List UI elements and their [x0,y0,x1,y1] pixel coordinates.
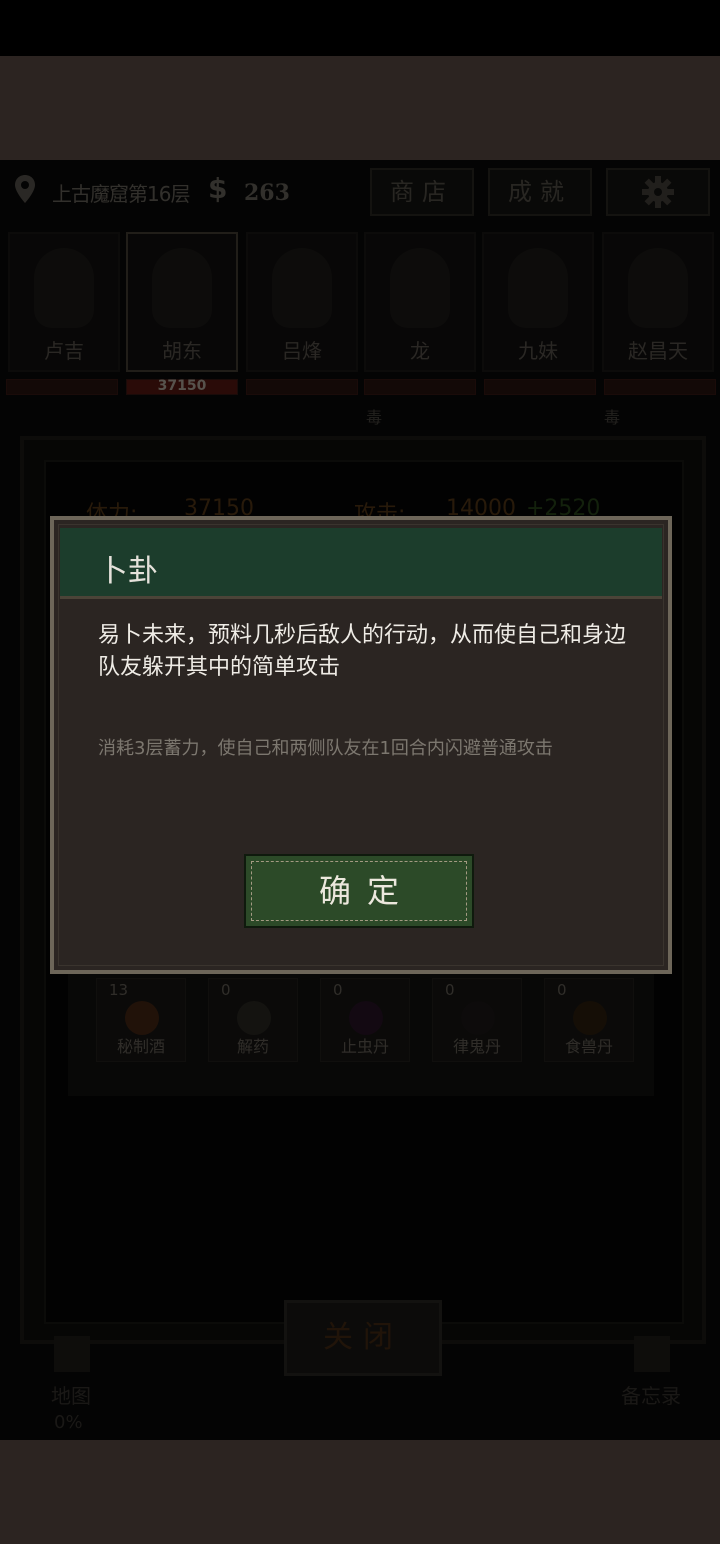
hero-portrait [34,248,94,328]
hero-card-zhaochangtian[interactable]: 赵昌天 [602,232,714,372]
settings-button[interactable] [606,168,710,216]
wine-jar-icon [125,1001,159,1035]
confirm-label: 确定 [318,872,415,910]
item-count: 0 [221,981,231,999]
achievements-button[interactable]: 成就 [488,168,592,216]
hero-card-luji[interactable]: 卢吉 [8,232,120,372]
hero-name: 吕烽 [282,339,322,363]
hero-hp-bar [484,379,596,395]
hero-hp-bar [604,379,716,395]
dialog-title: 卜卦 [98,554,158,589]
hero-hp-bar: 37150 [126,378,238,395]
item-beast-pill[interactable]: 0 食兽丹 [544,978,634,1062]
money-icon: $ [208,172,228,205]
location-pin-icon [15,175,35,203]
item-name: 解药 [236,1037,269,1056]
hero-card-long[interactable]: 龙 [364,232,476,372]
map-progress: 0% [54,1412,83,1433]
gourd-icon [237,1001,271,1035]
confirm-button[interactable]: 确定 [244,854,474,928]
money-value: 263 [244,180,290,206]
item-count: 13 [109,981,129,999]
hero-portrait [390,248,450,328]
item-name: 秘制酒 [116,1037,165,1056]
location-label: 上古魔窟第16层 [52,182,190,206]
poison-status-tag: 毒 [604,408,621,427]
item-name: 律鬼丹 [452,1037,501,1056]
hero-portrait [152,248,212,328]
poison-status-tag: 毒 [366,408,383,427]
item-secret-wine[interactable]: 13 秘制酒 [96,978,186,1062]
memo-icon [634,1336,670,1372]
hero-hp-value: 37150 [157,378,207,394]
pill-icon [573,1001,607,1035]
hero-name: 龙 [410,339,430,363]
item-antidote[interactable]: 0 解药 [208,978,298,1062]
skill-effect: 消耗3层蓄力，使自己和两侧队友在1回合内闪避普通攻击 [98,738,553,759]
dialog-header: 卜卦 [60,528,662,599]
memo-nav-button[interactable]: 备忘录 [586,1336,716,1432]
skill-description: 易卜未来，预料几秒后敌人的行动，从而使自己和身边队友躲开其中的简单攻击 [98,623,627,680]
hero-name: 卢吉 [44,339,84,363]
hero-name: 胡东 [162,339,202,363]
hero-card-hudong[interactable]: 胡东 [126,232,238,372]
memo-label: 备忘录 [621,1384,681,1408]
hero-card-jiumei[interactable]: 九妹 [482,232,594,372]
gear-icon [642,176,674,208]
item-insect-pill[interactable]: 0 止虫丹 [320,978,410,1062]
map-icon [54,1336,90,1372]
pill-icon [461,1001,495,1035]
item-name: 止虫丹 [340,1037,389,1056]
item-ghost-pill[interactable]: 0 律鬼丹 [432,978,522,1062]
pill-icon [349,1001,383,1035]
hero-hp-bar [246,379,358,395]
map-label: 地图 [51,1384,91,1408]
hero-hp-bar [364,379,476,395]
bottom-letterbox [0,1440,720,1544]
hero-portrait [508,248,568,328]
skill-dialog: 卜卦 易卜未来，预料几秒后敌人的行动，从而使自己和身边队友躲开其中的简单攻击 消… [50,516,672,974]
hero-portrait [272,248,332,328]
hero-portrait [628,248,688,328]
top-letterbox [0,56,720,160]
item-count: 0 [445,981,455,999]
shop-button[interactable]: 商店 [370,168,474,216]
close-button[interactable]: 关闭 [284,1300,442,1376]
hero-hp-bar [6,379,118,395]
item-bar: 13 秘制酒 0 解药 0 止虫丹 0 律鬼丹 0 食兽丹 [68,970,654,1096]
hero-name: 九妹 [518,339,558,363]
item-count: 0 [333,981,343,999]
hero-card-lvfeng[interactable]: 吕烽 [246,232,358,372]
hero-name: 赵昌天 [628,339,688,363]
item-name: 食兽丹 [564,1037,613,1056]
item-count: 0 [557,981,567,999]
